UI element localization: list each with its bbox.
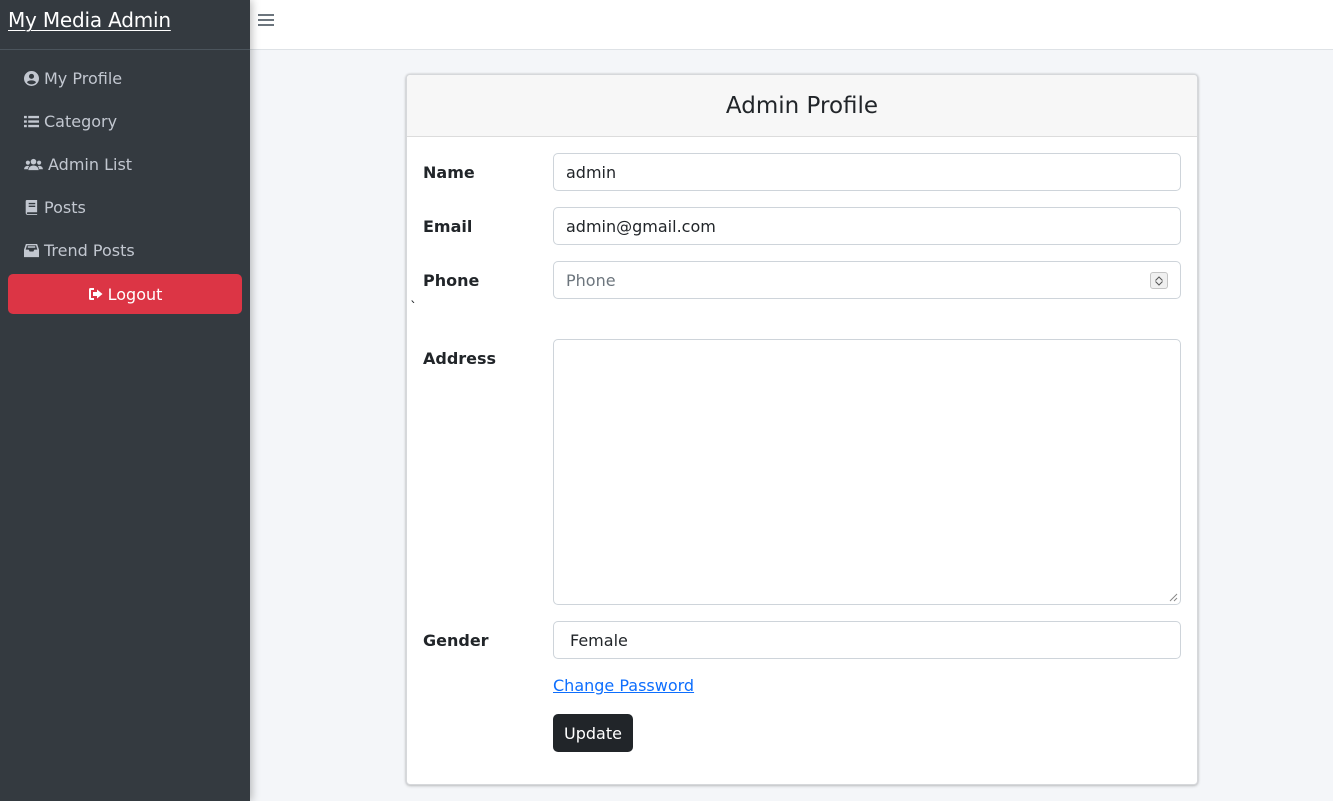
sidebar-item-trend-posts[interactable]: Trend Posts: [8, 229, 242, 272]
hamburger-icon[interactable]: [258, 14, 274, 28]
name-field[interactable]: admin: [553, 153, 1181, 191]
email-label: Email: [423, 217, 473, 236]
card-header: Admin Profile: [407, 75, 1197, 137]
sidebar: My Media Admin My Profile Category Admin…: [0, 0, 250, 801]
sidebar-item-label: Admin List: [48, 155, 133, 174]
sign-out-icon: [88, 286, 104, 302]
inbox-icon: [24, 243, 39, 258]
sidebar-item-category[interactable]: Category: [8, 100, 242, 143]
sidebar-item-posts[interactable]: Posts: [8, 186, 242, 229]
change-password-link[interactable]: Change Password: [553, 676, 694, 695]
sidebar-item-label: My Profile: [44, 69, 123, 88]
email-value: admin@gmail.com: [566, 216, 716, 236]
sidebar-item-label: Trend Posts: [44, 241, 135, 260]
name-value: admin: [566, 162, 617, 182]
name-label: Name: [423, 163, 475, 182]
address-textarea[interactable]: [553, 339, 1181, 605]
stray-character: `: [410, 300, 417, 316]
update-button[interactable]: Update: [553, 714, 633, 752]
users-icon: [24, 157, 43, 172]
phone-label: Phone: [423, 271, 480, 290]
sidebar-item-admin-list[interactable]: Admin List: [8, 143, 242, 186]
logout-label: Logout: [107, 284, 163, 304]
page-title: Admin Profile: [725, 92, 879, 119]
email-field[interactable]: admin@gmail.com: [553, 207, 1181, 245]
brand: My Media Admin: [0, 0, 250, 50]
admin-profile-card: Admin Profile Name admin Email admin@gma…: [406, 74, 1198, 785]
resize-grip-icon[interactable]: [1169, 593, 1178, 602]
phone-field[interactable]: Phone: [553, 261, 1181, 299]
brand-link[interactable]: My Media Admin: [8, 8, 171, 32]
logout-button[interactable]: Logout: [8, 274, 242, 314]
top-navbar: [250, 0, 1333, 50]
sidebar-nav: My Profile Category Admin List Posts Tre…: [0, 50, 250, 314]
gender-label: Gender: [423, 631, 489, 650]
gender-value: Female: [570, 630, 628, 650]
phone-placeholder: Phone: [566, 270, 616, 290]
gender-select[interactable]: Female: [553, 621, 1181, 659]
list-icon: [24, 114, 39, 129]
book-icon: [24, 200, 39, 215]
number-spinner-icon[interactable]: [1150, 272, 1168, 289]
sidebar-item-my-profile[interactable]: My Profile: [8, 57, 242, 100]
sidebar-item-label: Posts: [44, 198, 86, 217]
address-label: Address: [423, 349, 497, 368]
sidebar-item-label: Category: [44, 112, 118, 131]
user-circle-icon: [24, 71, 39, 86]
